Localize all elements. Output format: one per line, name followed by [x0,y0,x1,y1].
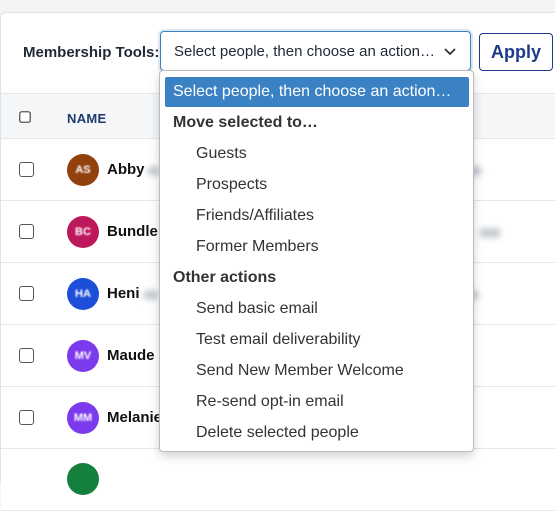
redacted-text [143,290,159,300]
dropdown-option-test-email-deliverability[interactable]: Test email deliverability [165,325,469,355]
dropdown-option-friends-affiliates[interactable]: Friends/Affiliates [165,201,469,231]
row-checkbox[interactable] [19,348,34,363]
dropdown-option-former-members[interactable]: Former Members [165,232,469,262]
avatar: HA [67,278,99,310]
redacted-text [479,228,501,238]
chevron-down-icon [444,48,456,56]
dropdown-group-move: Move selected to… [173,114,318,131]
person-name[interactable]: Abby [107,161,145,178]
action-dropdown-menu: Select people, then choose an action… Mo… [159,70,474,452]
row-checkbox[interactable] [19,162,34,177]
dropdown-option-prospects[interactable]: Prospects [165,170,469,200]
dropdown-option-placeholder[interactable]: Select people, then choose an action… [165,77,469,107]
row-checkbox[interactable] [19,286,34,301]
dropdown-option-guests[interactable]: Guests [165,139,469,169]
column-header-name[interactable]: NAME [67,111,106,126]
avatar: AS [67,154,99,186]
table-row[interactable] [1,449,555,511]
dropdown-option-delete-people[interactable]: Delete selected people [165,418,469,448]
action-select-value: Select people, then choose an action… [174,43,436,60]
dropdown-option-send-new-member-welcome[interactable]: Send New Member Welcome [165,356,469,386]
dropdown-group-other: Other actions [173,269,277,286]
avatar [67,463,99,495]
apply-button[interactable]: Apply [479,33,553,71]
membership-tools-label: Membership Tools: [23,44,160,61]
avatar: MM [67,402,99,434]
select-all-checkbox[interactable] [19,111,31,123]
action-select[interactable]: Select people, then choose an action… [160,31,471,71]
dropdown-option-resend-opt-in[interactable]: Re-send opt-in email [165,387,469,417]
avatar: BC [67,216,99,248]
person-name[interactable]: Heni [107,285,140,302]
person-name[interactable]: Melanie [107,409,162,426]
row-checkbox[interactable] [19,224,34,239]
avatar: MV [67,340,99,372]
dropdown-option-send-basic-email[interactable]: Send basic email [165,294,469,324]
row-checkbox[interactable] [19,410,34,425]
